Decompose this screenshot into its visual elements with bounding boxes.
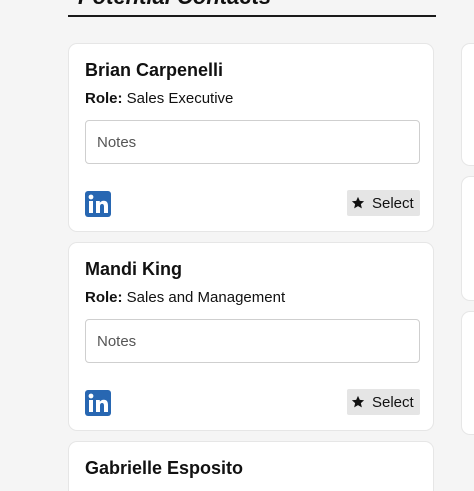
side-card: [461, 311, 474, 435]
notes-input[interactable]: [85, 319, 420, 363]
contact-name: Mandi King: [85, 259, 182, 279]
role-label: Role:: [85, 289, 123, 306]
select-button[interactable]: Select: [347, 389, 420, 415]
contact-name: Brian Carpenelli: [85, 60, 224, 80]
select-button[interactable]: Select: [347, 190, 420, 216]
side-card: [461, 43, 474, 166]
role-value: Sales Executive: [126, 90, 234, 107]
linkedin-icon[interactable]: [85, 191, 111, 217]
select-label: Select: [372, 393, 414, 411]
star-icon: [351, 196, 365, 209]
contact-card: Mandi King Role: Sales and Management Se…: [68, 242, 434, 431]
notes-input[interactable]: [85, 120, 420, 164]
contact-role: Role: Sales Executive: [85, 90, 233, 107]
side-card: [461, 176, 474, 301]
role-label: Role:: [85, 90, 123, 107]
contact-card: Gabrielle Esposito: [68, 441, 434, 491]
contact-card: Brian Carpenelli Role: Sales Executive S…: [68, 43, 434, 232]
contact-role: Role: Sales and Management: [85, 289, 285, 306]
star-icon: [351, 395, 365, 408]
linkedin-icon[interactable]: [85, 390, 111, 416]
section-title: Potential Contacts: [78, 0, 271, 10]
role-value: Sales and Management: [126, 289, 286, 306]
title-divider: [68, 15, 436, 17]
contact-name: Gabrielle Esposito: [85, 458, 244, 478]
select-label: Select: [372, 194, 414, 212]
